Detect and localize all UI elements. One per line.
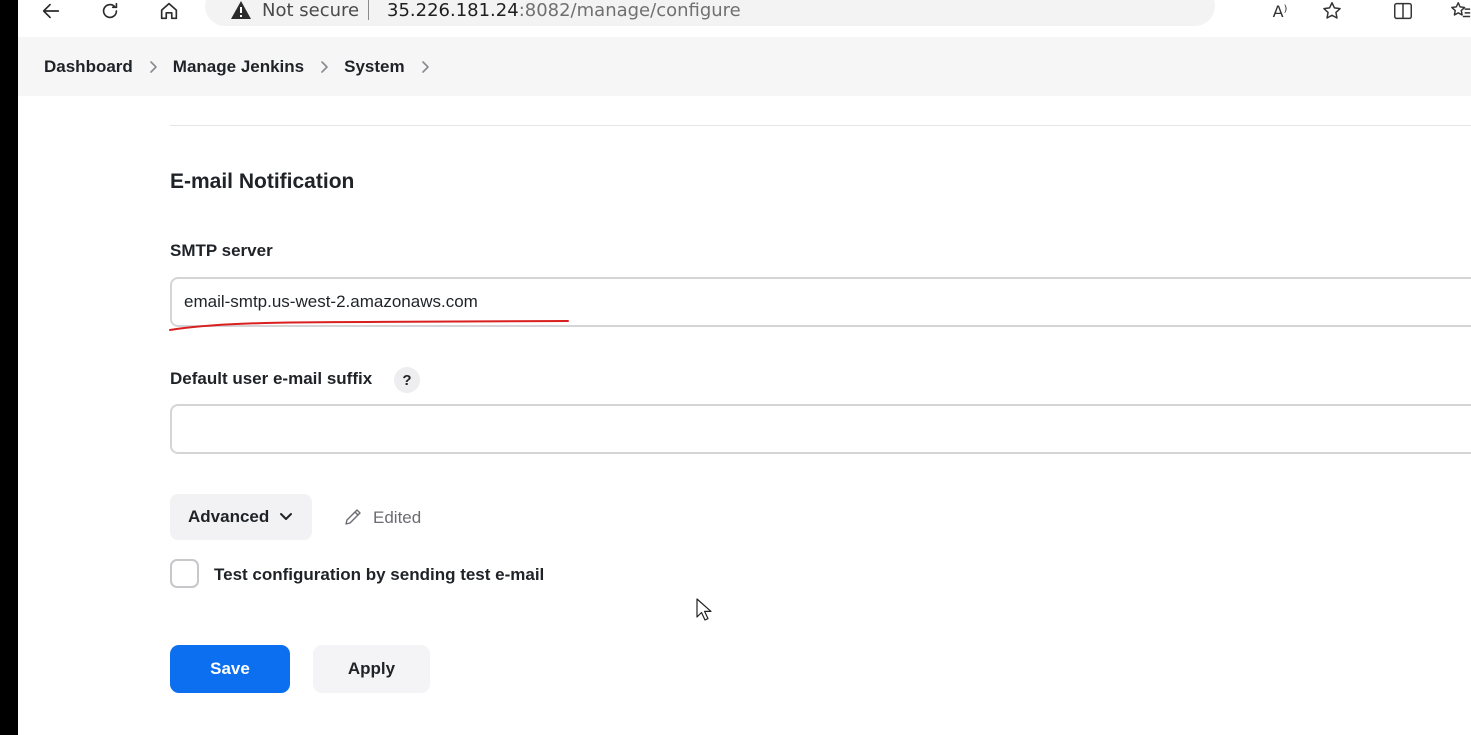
left-screen-edge (0, 0, 18, 735)
address-separator (368, 0, 369, 20)
breadcrumb-dashboard[interactable]: Dashboard (44, 57, 133, 77)
url-text[interactable]: 35.226.181.24:8082/manage/configure (387, 0, 741, 21)
save-button[interactable]: Save (170, 645, 290, 693)
breadcrumb-system[interactable]: System (344, 57, 404, 77)
section-divider (170, 125, 1471, 126)
home-button[interactable] (151, 0, 187, 26)
email-suffix-input[interactable] (170, 404, 1471, 454)
chevron-down-icon (280, 513, 293, 520)
home-icon (160, 2, 178, 20)
test-config-checkbox[interactable] (170, 559, 199, 588)
split-screen-button[interactable] (1389, 0, 1417, 24)
star-icon (1323, 2, 1341, 19)
red-underline-annotation (169, 320, 569, 331)
chevron-right-icon[interactable] (411, 57, 439, 77)
breadcrumb: Dashboard Manage Jenkins System (18, 37, 1471, 96)
help-icon[interactable]: ? (394, 367, 420, 393)
test-config-label[interactable]: Test configuration by sending test e-mai… (214, 565, 544, 585)
read-aloud-button[interactable]: A⁾ (1266, 0, 1294, 24)
url-host: 35.226.181.24 (387, 0, 519, 21)
back-button[interactable] (33, 0, 69, 26)
chevron-right-icon[interactable] (310, 57, 338, 77)
chevron-right-icon[interactable] (139, 57, 167, 77)
url-path: :8082/manage/configure (518, 0, 741, 21)
split-screen-icon (1394, 2, 1412, 20)
email-suffix-label: Default user e-mail suffix (170, 369, 373, 388)
reload-icon (102, 2, 118, 19)
advanced-label: Advanced (188, 507, 270, 526)
reload-button[interactable] (92, 0, 128, 26)
section-title: E-mail Notification (170, 170, 355, 193)
read-aloud-icon: A⁾ (1272, 1, 1288, 21)
pencil-icon (345, 509, 361, 525)
warning-icon[interactable] (230, 0, 252, 20)
apply-button[interactable]: Apply (313, 645, 430, 693)
security-status[interactable]: Not secure (262, 0, 359, 21)
favorites-list-icon (1451, 2, 1471, 18)
edited-status: Edited (373, 508, 422, 527)
arrow-left-icon (42, 3, 60, 19)
breadcrumb-manage-jenkins[interactable]: Manage Jenkins (173, 57, 304, 77)
favorite-button[interactable] (1318, 0, 1346, 24)
favorites-bar-button[interactable] (1447, 0, 1471, 24)
mouse-cursor-icon (696, 598, 712, 621)
smtp-server-label: SMTP server (170, 241, 273, 260)
advanced-button[interactable]: Advanced (170, 494, 312, 540)
